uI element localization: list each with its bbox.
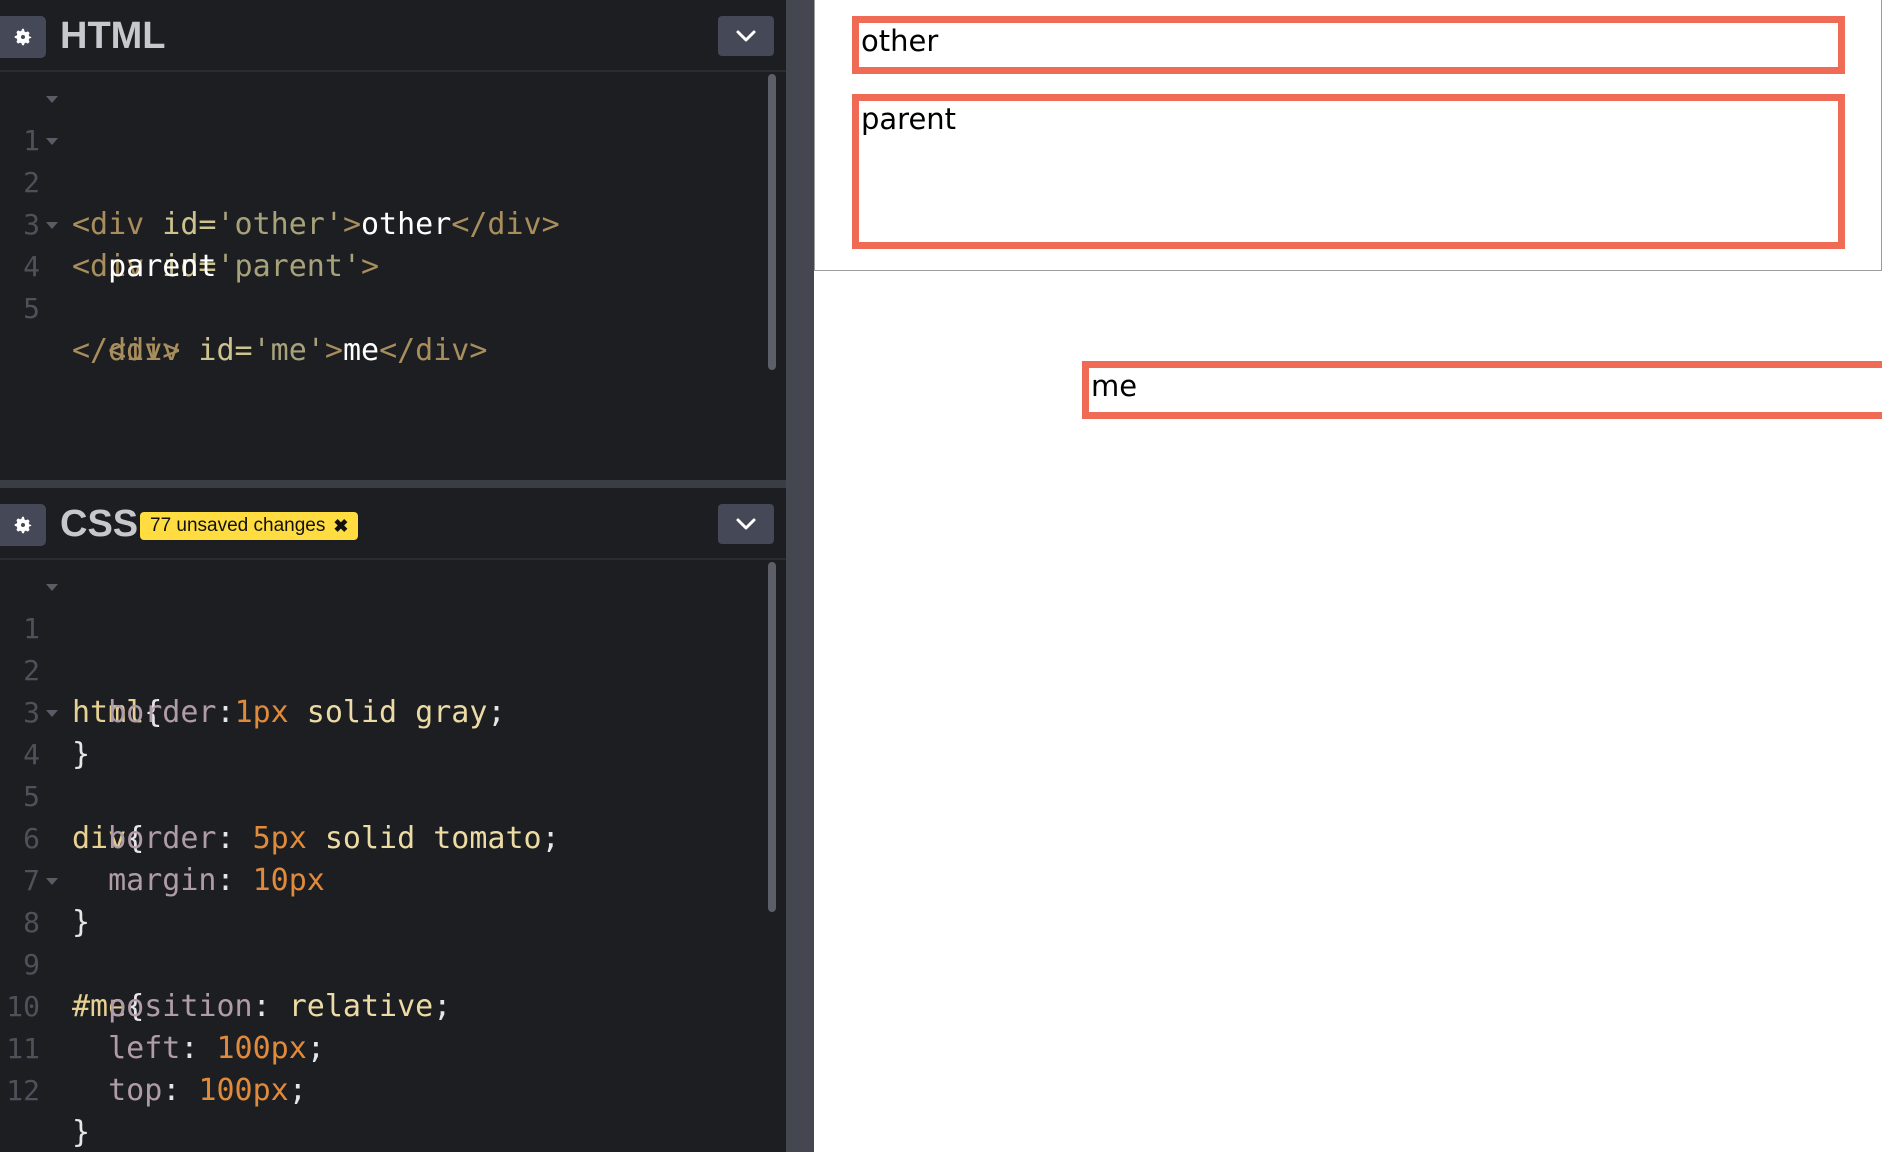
code-line: 8 #me{ [0, 860, 760, 1024]
preview-div-parent: parent [852, 94, 1845, 249]
chevron-down-icon [736, 30, 756, 42]
html-pane-title: HTML [60, 15, 166, 57]
unsaved-changes-label: 77 unsaved changes [150, 515, 326, 536]
preview-parent-text: parent [861, 102, 957, 136]
code-line: 12 } [0, 1028, 760, 1150]
chevron-down-icon [736, 518, 756, 530]
code-line: 1 <div id='other'>other</div> [0, 78, 760, 242]
code-line: 9 position: relative; [0, 902, 760, 1024]
code-token: id= [180, 333, 253, 368]
code-token: 'me' [252, 333, 325, 368]
code-line: 1 html{ [0, 566, 760, 730]
css-editor-pane: CSS 77 unsaved changes ✖ 1 html{ 2 borde… [0, 488, 786, 1152]
html-pane-header: HTML [0, 0, 786, 72]
html-code-area[interactable]: 1 <div id='other'>other</div> 2 <div id=… [0, 78, 760, 368]
code-line: 11 top: 100px; [0, 986, 760, 1108]
code-token: 100px [198, 1073, 289, 1108]
code-line: 3 parent [0, 162, 760, 284]
code-line: 7 } [0, 818, 760, 940]
horizontal-resize-handle[interactable] [0, 480, 786, 488]
html-settings-button[interactable] [0, 16, 46, 58]
preview-div-other: other [852, 16, 1845, 74]
gear-icon [14, 516, 32, 534]
css-pane-title: CSS [60, 503, 139, 545]
unsaved-changes-badge[interactable]: 77 unsaved changes ✖ [140, 512, 359, 540]
html-collapse-button[interactable] [718, 16, 774, 56]
code-line: 4 <div id='me'>me</div> [0, 204, 760, 368]
code-line: 6 margin: 10px [0, 776, 760, 898]
editor-column: HTML 1 <div id='other'>other</div> 2 <di… [0, 0, 786, 1152]
result-preview: other parent me [814, 0, 1882, 1152]
code-line: 5 </div> [0, 246, 760, 368]
vertical-resize-handle[interactable] [786, 0, 814, 1152]
code-line: 2 border:1px solid gray; [0, 608, 760, 730]
fold-arrow-icon[interactable] [46, 138, 58, 145]
css-pane-header: CSS 77 unsaved changes ✖ [0, 488, 786, 560]
fold-arrow-icon[interactable] [46, 584, 58, 591]
css-collapse-button[interactable] [718, 504, 774, 544]
code-line: 10 left: 100px; [0, 944, 760, 1066]
css-scrollbar[interactable] [768, 562, 776, 912]
code-token: me [342, 333, 380, 368]
close-icon[interactable]: ✖ [333, 512, 348, 540]
html-scrollbar[interactable] [768, 74, 776, 370]
code-token: > [324, 333, 343, 368]
css-code-area[interactable]: 1 html{ 2 border:1px solid gray; 3 } 4 d… [0, 566, 760, 1150]
fold-arrow-icon[interactable] [46, 710, 58, 717]
code-token: </div> [72, 333, 181, 368]
code-line: 5 border: 5px solid tomato; [0, 734, 760, 856]
code-line: 2 <div id='parent'> [0, 120, 760, 284]
code-token: ; [288, 1073, 307, 1108]
html-editor-pane: HTML 1 <div id='other'>other</div> 2 <di… [0, 0, 786, 480]
code-token: : [162, 1073, 199, 1108]
code-line: 4 div{ [0, 692, 760, 856]
line-number: 5 [23, 292, 40, 325]
preview-me-text: me [1091, 369, 1138, 403]
code-token: </div> [379, 333, 488, 368]
gear-icon [14, 28, 32, 46]
fold-arrow-icon[interactable] [46, 878, 58, 885]
fold-arrow-icon[interactable] [46, 96, 58, 103]
preview-div-me: me [1082, 361, 1882, 419]
code-line: 3 } [0, 650, 760, 772]
code-token: } [72, 1115, 91, 1150]
css-settings-button[interactable] [0, 504, 46, 546]
fold-arrow-icon[interactable] [46, 222, 58, 229]
line-number: 12 [6, 1074, 40, 1107]
preview-other-text: other [861, 24, 939, 58]
